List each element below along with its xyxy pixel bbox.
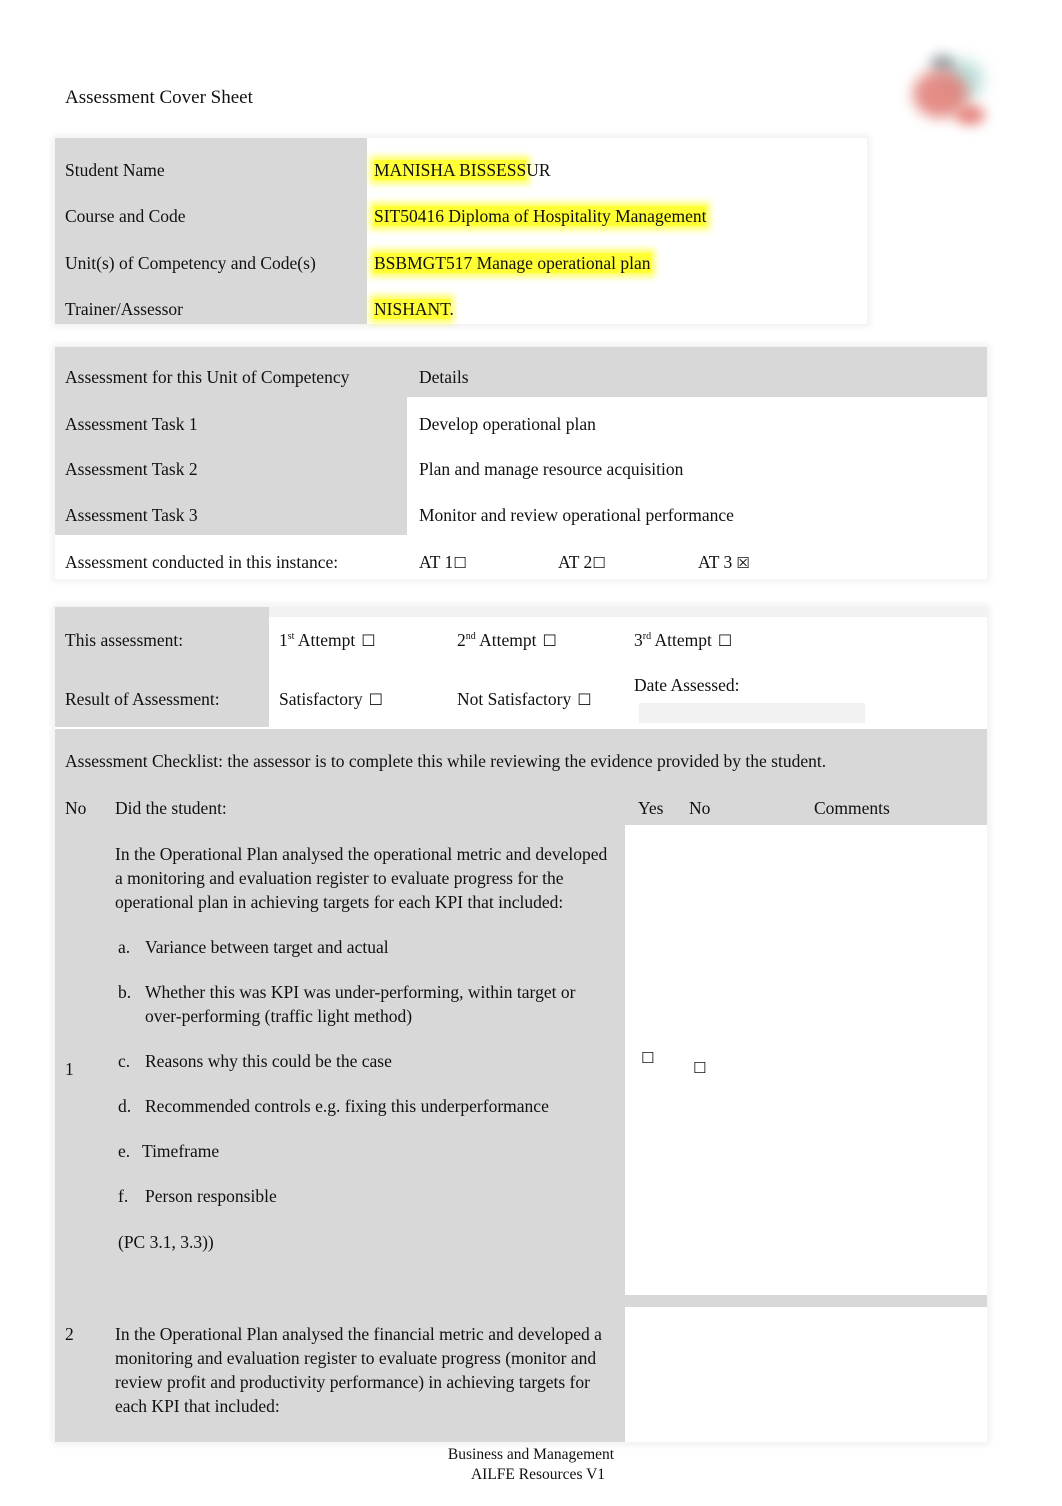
col-header-comments: Comments bbox=[814, 798, 890, 818]
attempt-label: This assessment: bbox=[65, 630, 184, 650]
col-header-yes: Yes bbox=[638, 798, 664, 818]
item-number: 2 bbox=[65, 1324, 74, 1344]
trainer-assessor-row: Trainer/Assessor NISHANT. bbox=[55, 289, 867, 329]
footer-line-2: AILFE Resources V1 bbox=[470, 1466, 606, 1483]
subitem-b: b. Whether this was KPI was under-perform… bbox=[118, 982, 576, 1026]
at1-checkbox[interactable]: AT 1☐ bbox=[419, 552, 467, 573]
student-name-label: Student Name bbox=[65, 159, 165, 180]
second-attempt-checkbox[interactable]: 2nd Attempt ☐ bbox=[457, 630, 557, 651]
instance-row: Assessment conducted in this instance: A… bbox=[55, 543, 987, 579]
student-name-value[interactable]: MANISHA BISSESSUR bbox=[374, 159, 551, 181]
checklist-intro: Assessment Checklist: the assessor is to… bbox=[65, 751, 827, 771]
item-1-no-checkbox[interactable]: ☐ bbox=[693, 1059, 706, 1077]
task-label: Assessment Task 2 bbox=[65, 459, 198, 479]
task-label: Assessment Task 1 bbox=[65, 414, 198, 434]
item-1-yes-checkbox[interactable]: ☐ bbox=[641, 1049, 654, 1067]
tasks-header-right: Details bbox=[419, 367, 469, 387]
task-detail: Plan and manage resource acquisition bbox=[419, 459, 684, 479]
third-attempt-checkbox[interactable]: 3rd Attempt ☐ bbox=[634, 630, 732, 651]
subitem-c: c. Reasons why this could be the case bbox=[118, 1051, 392, 1071]
col-header-question: Did the student: bbox=[115, 798, 227, 818]
task-detail: Monitor and review operational performan… bbox=[419, 505, 734, 525]
instance-label: Assessment conducted in this instance: bbox=[65, 552, 339, 572]
item-question: In the Operational Plan analysed the ope… bbox=[115, 844, 608, 912]
assessment-result-table: This assessment: 1st Attempt ☐ 2nd Attemp… bbox=[55, 607, 987, 1442]
checklist-item-1: 1 In the Operational Plan analysed the o… bbox=[55, 825, 987, 1295]
at2-checkbox[interactable]: AT 2☐ bbox=[558, 552, 606, 573]
task-detail: Develop operational plan bbox=[419, 414, 596, 434]
checklist-item-2: 2 In the Operational Plan analysed the f… bbox=[55, 1307, 987, 1442]
footer-line-1: Business and Management bbox=[447, 1446, 615, 1463]
page-footer: Business and Management AILFE Resources … bbox=[0, 1445, 1062, 1485]
subitem-e: e. Timeframe bbox=[118, 1141, 220, 1161]
result-row: Result of Assessment: Satisfactory ☐ Not … bbox=[55, 667, 987, 727]
subitem-f: f. Person responsible bbox=[118, 1186, 277, 1206]
course-code-row: Course and Code SIT50416 Diploma of Hosp… bbox=[55, 196, 867, 236]
item-number: 1 bbox=[65, 1059, 74, 1079]
subitem-a: a. Variance between target and actual bbox=[118, 937, 389, 957]
task-row-2: Assessment Task 2 Plan and manage resour… bbox=[55, 450, 987, 490]
task-label: Assessment Task 3 bbox=[65, 505, 198, 525]
item-question: In the Operational Plan analysed the fin… bbox=[115, 1324, 602, 1416]
page-title: Assessment Cover Sheet bbox=[65, 87, 253, 108]
organization-logo-icon bbox=[895, 50, 995, 130]
unit-competency-row: Unit(s) of Competency and Code(s) BSBMGT… bbox=[55, 243, 867, 283]
item-2-comments[interactable] bbox=[727, 1307, 987, 1442]
course-code-value[interactable]: SIT50416 Diploma of Hospitality Manageme… bbox=[374, 205, 707, 227]
item-reference: (PC 3.1, 3.3)) bbox=[118, 1232, 214, 1252]
date-assessed-label: Date Assessed: bbox=[634, 675, 740, 695]
task-row-1: Assessment Task 1 Develop operational pl… bbox=[55, 405, 987, 445]
task-row-3: Assessment Task 3 Monitor and review ope… bbox=[55, 496, 987, 536]
col-header-no-answer: No bbox=[689, 798, 711, 818]
date-assessed-field[interactable] bbox=[639, 703, 865, 723]
subitem-d: d. Recommended controls e.g. fixing this … bbox=[118, 1096, 549, 1116]
checklist-intro-row: Assessment Checklist: the assessor is to… bbox=[55, 729, 987, 825]
course-code-label: Course and Code bbox=[65, 205, 186, 226]
trainer-assessor-value[interactable]: NISHANT. bbox=[374, 298, 454, 320]
student-info-table: Student Name MANISHA BISSESSUR Course an… bbox=[55, 138, 867, 324]
student-name-row: Student Name MANISHA BISSESSUR bbox=[55, 150, 867, 190]
item-1-comments[interactable] bbox=[727, 825, 987, 1295]
at3-checkbox[interactable]: AT 3 ☒ bbox=[698, 552, 750, 573]
first-attempt-checkbox[interactable]: 1st Attempt ☐ bbox=[279, 630, 376, 651]
tasks-header-left: Assessment for this Unit of Competency bbox=[65, 367, 350, 387]
col-header-no: No bbox=[65, 798, 87, 818]
satisfactory-checkbox[interactable]: Satisfactory ☐ bbox=[279, 689, 383, 710]
trainer-assessor-label: Trainer/Assessor bbox=[65, 298, 183, 319]
not-satisfactory-checkbox[interactable]: Not Satisfactory ☐ bbox=[457, 689, 592, 710]
unit-competency-label: Unit(s) of Competency and Code(s) bbox=[65, 252, 316, 273]
result-label: Result of Assessment: bbox=[65, 689, 220, 709]
attempt-row: This assessment: 1st Attempt ☐ 2nd Attemp… bbox=[55, 621, 987, 661]
unit-competency-value[interactable]: BSBMGT517 Manage operational plan bbox=[374, 252, 651, 274]
tasks-header-row: Assessment for this Unit of Competency D… bbox=[55, 347, 987, 397]
assessment-tasks-table: Assessment for this Unit of Competency D… bbox=[55, 347, 987, 579]
